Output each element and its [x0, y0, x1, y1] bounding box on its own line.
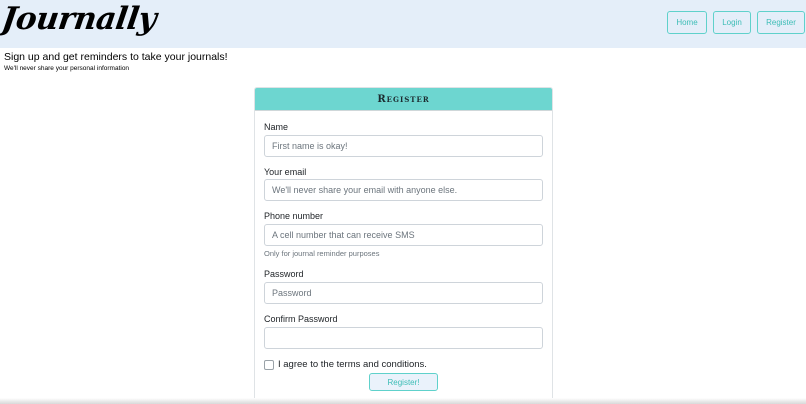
page-bottom-edge [0, 398, 806, 404]
confirm-password-label: Confirm Password [264, 314, 338, 324]
phone-label: Phone number [264, 211, 324, 221]
privacy-note: We'll never share your personal informat… [4, 65, 130, 72]
top-navbar: Journally Home Login Register [0, 0, 806, 48]
register-card: Register Name Your email Phone number On… [254, 87, 553, 404]
confirm-password-input[interactable] [264, 327, 543, 349]
email-label: Your email [264, 167, 307, 177]
name-input[interactable] [264, 135, 543, 157]
terms-checkbox[interactable] [264, 359, 274, 370]
register-nav-button[interactable]: Register [757, 11, 805, 34]
terms-label[interactable]: I agree to the terms and conditions. [278, 359, 427, 370]
password-input[interactable] [264, 282, 543, 304]
phone-input[interactable] [264, 224, 543, 246]
phone-help-text: Only for journal reminder purposes [264, 249, 380, 258]
email-input[interactable] [264, 179, 543, 201]
journally-logo[interactable]: Journally [0, 1, 158, 37]
login-nav-button[interactable]: Login [713, 11, 751, 34]
signup-tagline: Sign up and get reminders to take your j… [4, 51, 228, 63]
terms-row[interactable]: I agree to the terms and conditions. [264, 359, 427, 370]
home-nav-button[interactable]: Home [667, 11, 707, 34]
register-submit-button[interactable]: Register! [369, 373, 438, 391]
password-label: Password [264, 269, 304, 279]
name-label: Name [264, 122, 289, 132]
register-card-title: Register [255, 88, 552, 111]
